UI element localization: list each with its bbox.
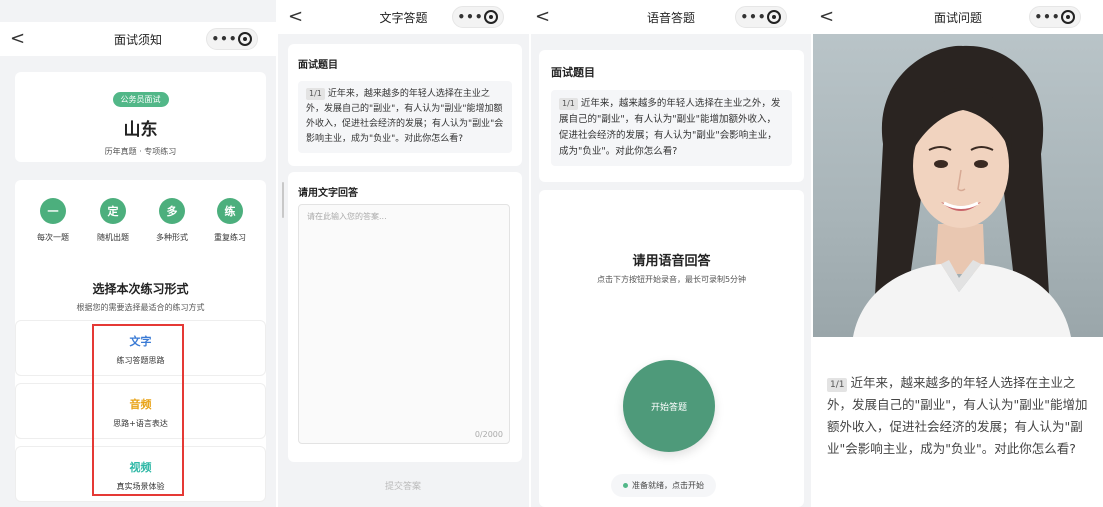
- submit-button[interactable]: 提交答案: [338, 474, 468, 500]
- back-icon[interactable]: <: [288, 8, 303, 26]
- voice-answer-screen: < 语音答题 ••• 面试题目 1/1 近年来，越来越多的年轻人选择在主业之外，发…: [531, 0, 811, 507]
- interview-notice-screen: < 面试须知 ••• 公务员面试 山东 历年真题 · 专项练习 一 每次一题 定…: [0, 0, 276, 507]
- choose-title: 选择本次练习形式: [92, 282, 189, 296]
- scrollbar[interactable]: [282, 182, 284, 218]
- question-box: 1/1 近年来，越来越多的年轻人选择在主业之外，发展自己的"副业"，有人认为"副业…: [298, 81, 512, 153]
- feature-repeat: 练 重复练习: [200, 198, 260, 243]
- back-icon[interactable]: <: [535, 8, 550, 26]
- menu-capsule[interactable]: •••: [735, 6, 787, 28]
- nav-bar: < 面试须知 •••: [0, 22, 276, 56]
- interviewer-avatar-icon: [853, 45, 1071, 337]
- feature-one-question: 一 每次一题: [23, 198, 83, 243]
- nav-bar: < 语音答题 •••: [531, 0, 811, 34]
- highlight-box: [92, 324, 184, 496]
- close-target-icon[interactable]: [1061, 10, 1076, 24]
- char-counter: 0/2000: [474, 430, 503, 439]
- question-card: 面试题目 1/1 近年来，越来越多的年轻人选择在主业之外，发展自己的"副业"，有人…: [539, 50, 804, 182]
- ready-status: 准备就绪，点击开始: [611, 474, 716, 497]
- answer-placeholder: 请在此输入您的答案...: [307, 212, 387, 221]
- voice-subtitle: 点击下方按钮开始录音，最长可录制5分钟: [596, 275, 747, 284]
- question-text: 近年来，越来越多的年轻人选择在主业之外，发展自己的"副业"，有人认为"副业"能增…: [827, 375, 1088, 456]
- feature-icon: 定: [100, 198, 126, 224]
- close-target-icon[interactable]: [484, 10, 499, 24]
- question-header: 面试题目: [551, 66, 595, 79]
- question-number: 1/1: [306, 88, 325, 100]
- question-text-block: 1/1 近年来，越来越多的年轻人选择在主业之外，发展自己的"副业"，有人认为"副业…: [827, 372, 1097, 460]
- feature-icon: 一: [40, 198, 66, 224]
- feature-multi-form: 多 多种形式: [142, 198, 202, 243]
- voice-title: 请用语音回答: [632, 254, 711, 269]
- back-icon[interactable]: <: [819, 8, 834, 26]
- more-icon[interactable]: •••: [457, 10, 483, 24]
- answer-textarea[interactable]: 请在此输入您的答案... 0/2000: [298, 204, 510, 444]
- close-target-icon[interactable]: [767, 10, 782, 24]
- question-header: 面试题目: [298, 60, 338, 71]
- menu-capsule[interactable]: •••: [1029, 6, 1081, 28]
- feature-label: 多种形式: [156, 233, 188, 242]
- exam-type-badge: 公务员面试: [112, 92, 169, 107]
- exam-info-card: 公务员面试 山东 历年真题 · 专项练习: [15, 72, 266, 162]
- text-answer-screen: < 文字答题 ••• 面试题目 1/1 近年来，越来越多的年轻人选择在主业之外，发…: [278, 0, 529, 507]
- feature-icon: 多: [159, 198, 185, 224]
- question-text: 近年来，越来越多的年轻人选择在主业之外，发展自己的"副业"，有人认为"副业"能增…: [306, 89, 504, 144]
- status-dot-icon: [623, 483, 628, 488]
- exam-subtitle: 历年真题 · 专项练习: [104, 147, 177, 156]
- feature-random: 定 随机出题: [83, 198, 143, 243]
- voice-card: 请用语音回答 点击下方按钮开始录音，最长可录制5分钟 开始答题 准备就绪，点击开…: [539, 190, 804, 507]
- choose-subtitle: 根据您的需要选择最适合的练习方式: [76, 303, 205, 312]
- question-text: 近年来，越来越多的年轻人选择在主业之外，发展自己的"副业"，有人认为"副业"能增…: [559, 98, 781, 157]
- answer-header: 请用文字回答: [298, 188, 358, 199]
- nav-bar: < 面试问题 •••: [813, 0, 1103, 34]
- more-icon[interactable]: •••: [740, 10, 766, 24]
- question-number: 1/1: [827, 378, 848, 392]
- feature-label: 每次一题: [37, 233, 69, 242]
- answer-card: 请用文字回答 请在此输入您的答案... 0/2000: [288, 172, 522, 462]
- close-target-icon[interactable]: [238, 32, 253, 46]
- ready-text: 准备就绪，点击开始: [632, 481, 704, 490]
- menu-capsule[interactable]: •••: [452, 6, 504, 28]
- start-answer-button[interactable]: 开始答题: [623, 360, 715, 452]
- video-question-screen: < 面试问题 ••• 1/1 近年来，越来越多的年轻人选择在主业之外，发展自己的…: [813, 0, 1103, 507]
- back-icon[interactable]: <: [10, 30, 25, 48]
- province-title: 山东: [123, 120, 158, 140]
- question-card: 面试题目 1/1 近年来，越来越多的年轻人选择在主业之外，发展自己的"副业"，有人…: [288, 44, 522, 166]
- more-icon[interactable]: •••: [211, 32, 237, 46]
- feature-icon: 练: [217, 198, 243, 224]
- feature-label: 随机出题: [97, 233, 129, 242]
- feature-label: 重复练习: [214, 233, 246, 242]
- question-box: 1/1 近年来，越来越多的年轻人选择在主业之外，发展自己的"副业"，有人认为"副业…: [551, 90, 792, 166]
- question-number: 1/1: [559, 98, 578, 110]
- more-icon[interactable]: •••: [1034, 10, 1060, 24]
- interviewer-photo: [813, 34, 1103, 337]
- menu-capsule[interactable]: •••: [206, 28, 258, 50]
- nav-bar: < 文字答题 •••: [278, 0, 529, 34]
